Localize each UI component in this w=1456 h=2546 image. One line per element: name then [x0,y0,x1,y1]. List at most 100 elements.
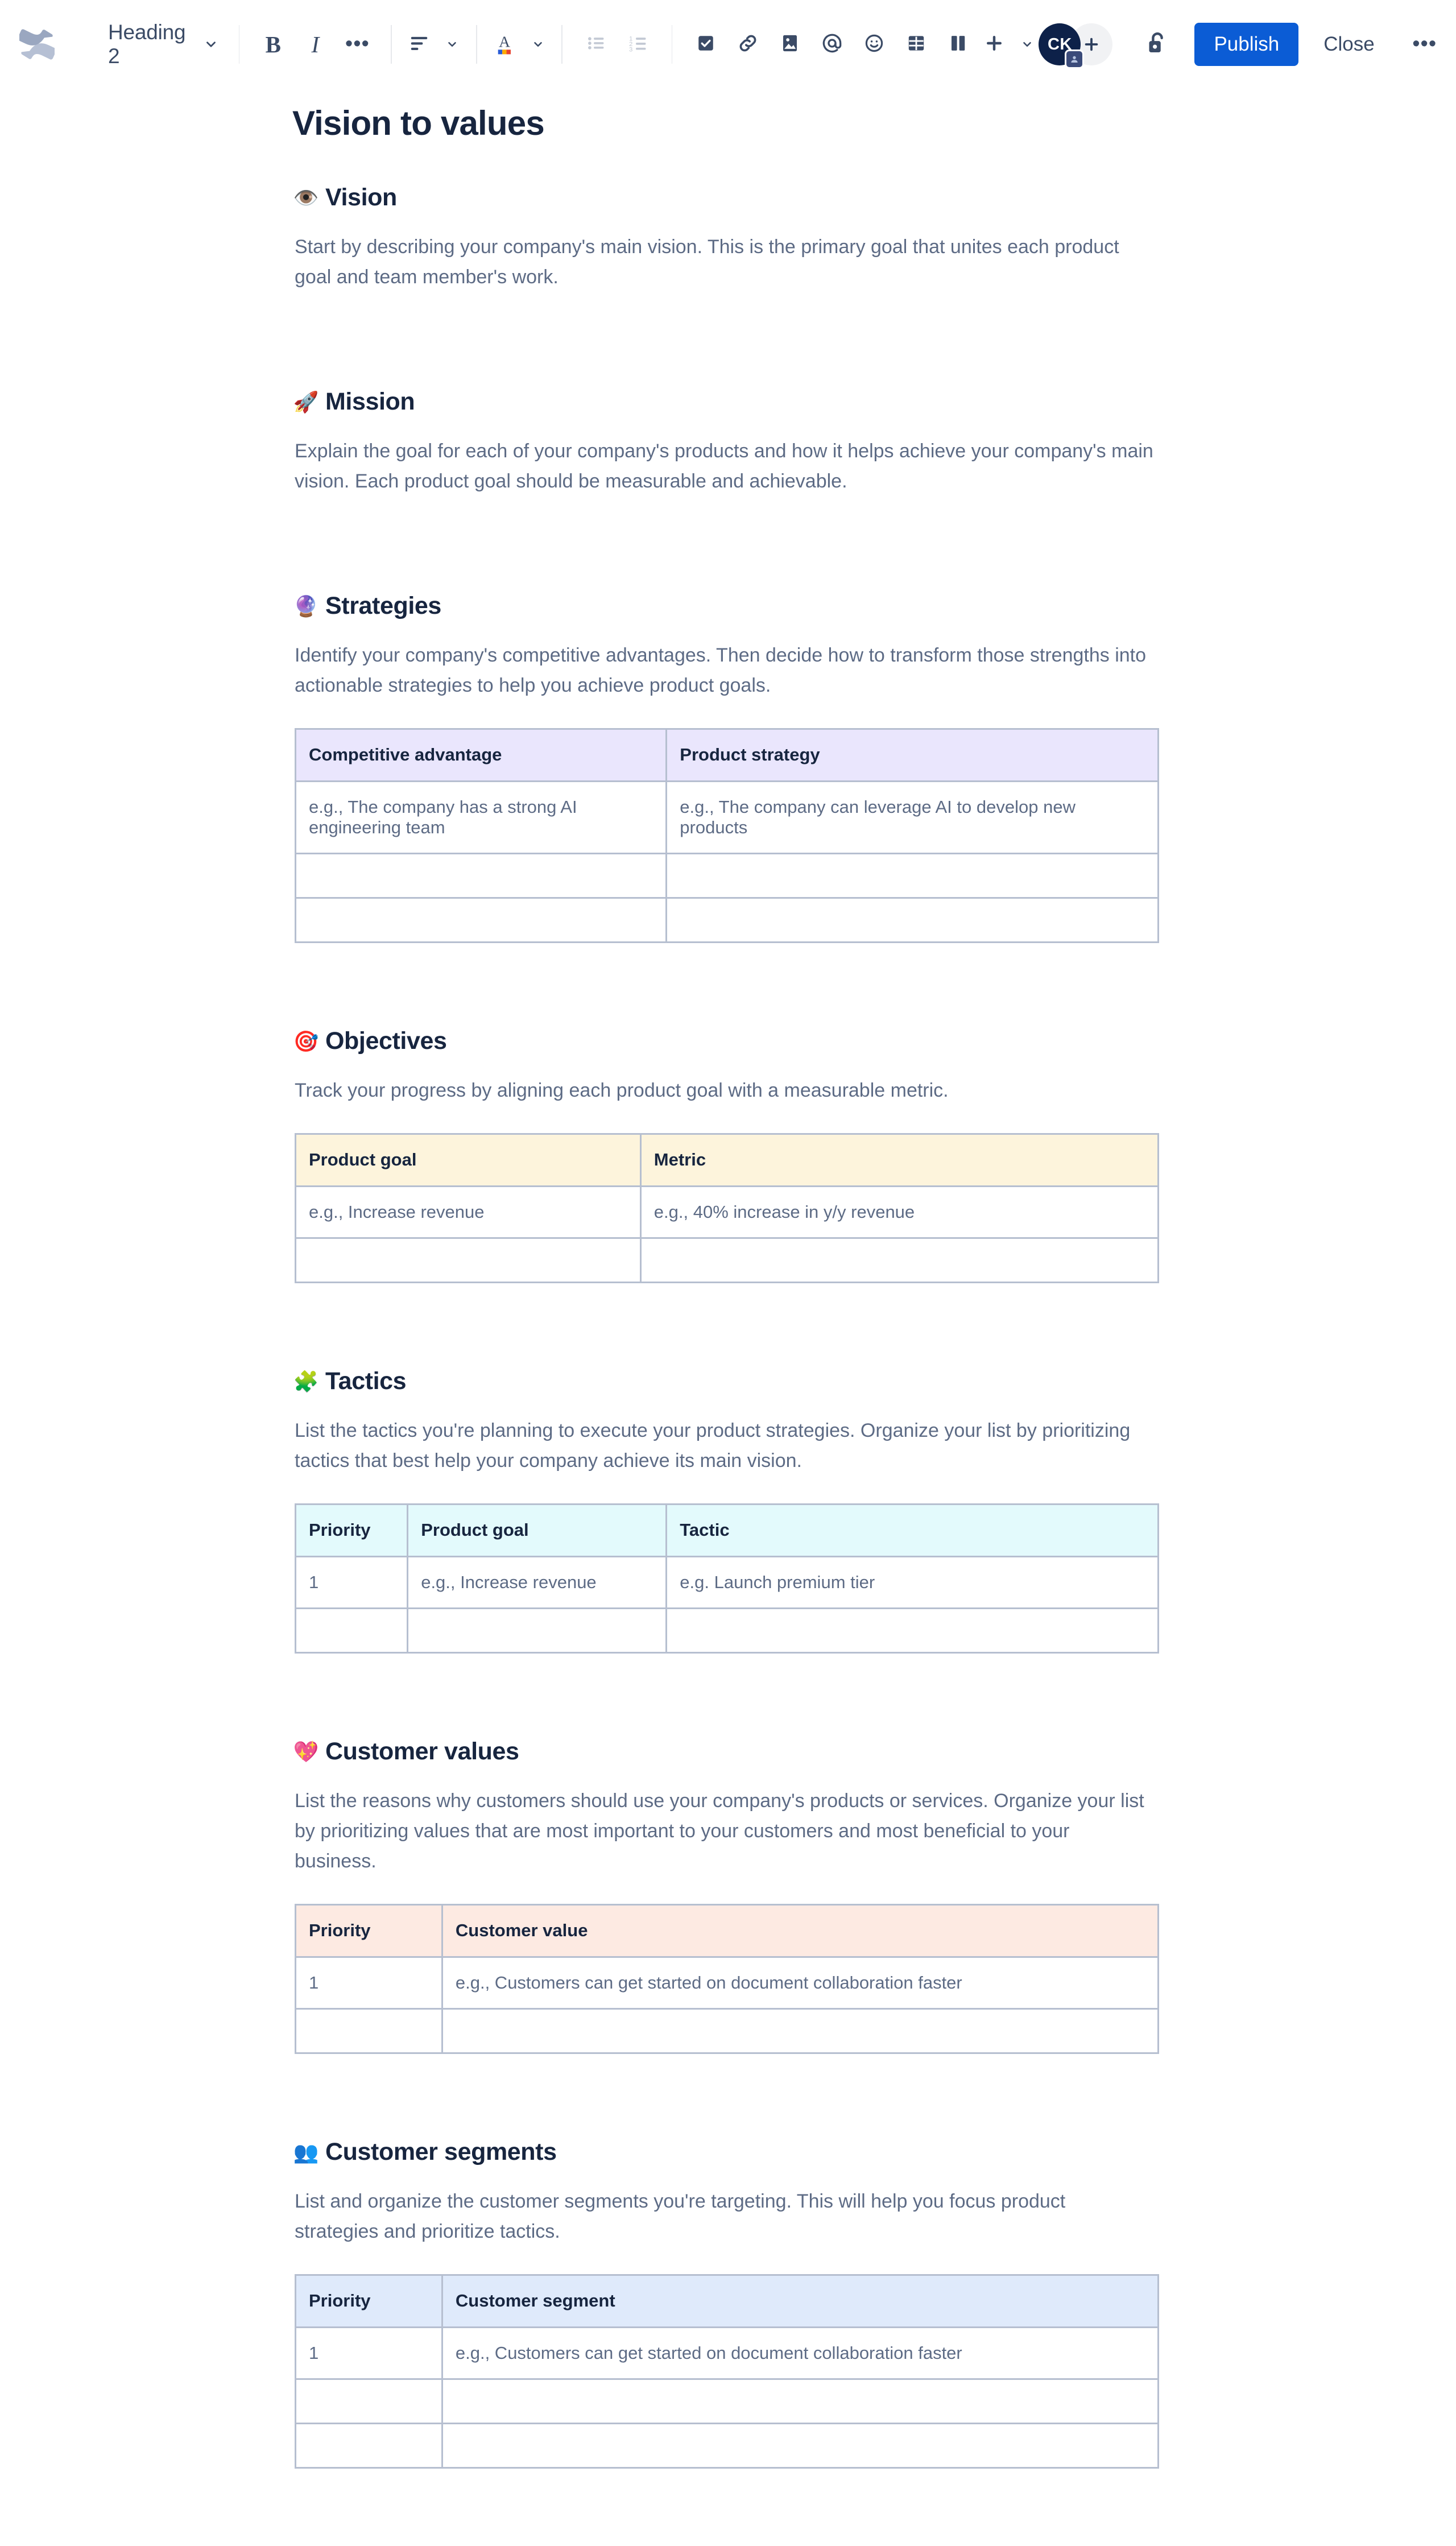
table-cell[interactable]: e.g. Launch premium tier [666,1556,1159,1610]
tactics-table[interactable]: Priority Product goal Tactic 1 e.g., Increas… [295,1503,1159,1654]
table-cell[interactable]: e.g., Customers can get started on docum… [442,1957,1160,2010]
section-body-text[interactable]: List and organize the customer segments … [295,2187,1153,2247]
table-cell[interactable] [640,1238,1160,1284]
table-cell[interactable] [295,2008,443,2055]
unlock-icon [1145,30,1169,59]
text-color-button[interactable]: A [490,23,549,65]
table-cell[interactable]: e.g., Customers can get started on docum… [442,2327,1160,2380]
collaborator-avatars: CK [1039,23,1113,69]
section-heading[interactable]: 👥 Customer segments [293,2138,1159,2166]
section-body-text[interactable]: Start by describing your company's main … [295,232,1153,292]
table-row [295,2423,1160,2469]
svg-text:A: A [499,33,510,50]
publish-button[interactable]: Publish [1194,23,1299,66]
more-options-button[interactable]: ••• [1403,23,1446,66]
emoji-button[interactable] [853,23,895,65]
table-cell[interactable]: e.g., Increase revenue [407,1556,668,1610]
image-button[interactable] [769,23,811,65]
table-column-header[interactable]: Priority [295,1904,443,1958]
table-column-header[interactable]: Product strategy [666,729,1159,783]
table-cell[interactable] [295,2379,443,2425]
table-cell[interactable]: 1 [295,2327,443,2380]
section-body-text[interactable]: Track your progress by aligning each pro… [295,1076,1153,1106]
editor-toolbar: Heading 2 B I ••• A 1 2 3 CK Publish Clo… [0,0,1456,90]
link-button[interactable] [727,23,769,65]
columns-layout-icon [949,33,968,56]
table-cell[interactable] [666,853,1159,899]
text-style-dropdown[interactable]: Heading 2 [100,20,226,68]
chevron-down-icon [531,37,545,52]
insert-more-button[interactable] [979,23,1039,65]
page-title[interactable]: Vision to values [292,104,1159,143]
toolbar-right-group: CK Publish Close ••• [1039,22,1456,69]
more-text-formatting-button[interactable]: ••• [336,23,378,65]
toolbar-divider [391,25,392,64]
table-cell[interactable]: e.g., Increase revenue [295,1186,642,1239]
text-alignment-button[interactable] [404,23,464,65]
table-cell[interactable]: e.g., The company has a strong AI engine… [295,781,668,855]
table-button[interactable] [895,23,937,65]
section-heading[interactable]: 🧩 Tactics [293,1367,1159,1395]
link-icon [737,32,759,57]
table-cell[interactable] [666,1608,1159,1654]
section-heading-text: Mission [325,388,415,416]
section-body-text[interactable]: List the reasons why customers should us… [295,1786,1153,1877]
close-button[interactable]: Close [1306,23,1391,66]
table-column-header[interactable]: Product goal [407,1504,668,1558]
document-canvas: Vision to values 👁️ Vision Start by desc… [0,90,1456,2469]
table-column-header[interactable]: Tactic [666,1504,1159,1558]
table-column-header[interactable]: Customer segment [442,2275,1160,2329]
table-column-header[interactable]: Product goal [295,1134,642,1188]
table-row: 1 e.g., Customers can get started on docu… [295,2327,1160,2380]
table-column-header[interactable]: Priority [295,2275,443,2329]
section-customer-values: 💖 Customer values List the reasons why c… [293,1738,1160,2055]
table-column-header[interactable]: Metric [640,1134,1160,1188]
bullet-list-icon [585,32,607,57]
customer-segments-table[interactable]: Priority Customer segment 1 e.g., Customers… [295,2274,1160,2469]
bold-button[interactable]: B [252,23,294,65]
objectives-table[interactable]: Product goal Metric e.g., Increase revenue… [295,1133,1160,1284]
section-body-text[interactable]: List the tactics you're planning to exec… [295,1416,1153,1476]
table-column-header[interactable]: Priority [295,1504,409,1558]
numbered-list-button[interactable]: 123 [617,23,659,65]
mention-button[interactable] [811,23,853,65]
table-cell[interactable] [295,1238,642,1284]
crystal-ball-emoji: 🔮 [293,594,319,618]
strategies-table[interactable]: Competitive advantage Product strategy e.g… [295,728,1159,944]
toolbar-divider [671,25,673,64]
table-cell[interactable] [295,2423,443,2469]
section-heading[interactable]: 🎯 Objectives [293,1027,1159,1055]
page-restrictions-button[interactable] [1135,22,1180,67]
section-heading[interactable]: 💖 Customer values [293,1738,1159,1766]
table-cell[interactable] [407,1608,668,1654]
busts-in-silhouette-emoji: 👥 [293,2140,319,2164]
action-item-button[interactable] [685,23,727,65]
italic-icon: I [311,31,320,57]
table-cell[interactable] [295,1608,409,1654]
italic-button[interactable]: I [294,23,336,65]
table-cell[interactable]: e.g., The company can leverage AI to dev… [666,781,1159,855]
section-body-text[interactable]: Explain the goal for each of your compan… [295,436,1153,497]
table-cell[interactable]: 1 [295,1556,409,1610]
table-column-header[interactable]: Competitive advantage [295,729,668,783]
table-cell[interactable]: 1 [295,1957,443,2010]
section-heading[interactable]: 👁️ Vision [293,184,1159,212]
layout-button[interactable] [937,23,979,65]
section-body-text[interactable]: Identify your company's competitive adva… [295,640,1153,701]
table-cell[interactable] [442,2379,1160,2425]
table-cell[interactable] [295,898,668,944]
table-row [295,853,1159,899]
bullet-list-button[interactable] [575,23,617,65]
section-customer-segments: 👥 Customer segments List and organize th… [293,2138,1160,2469]
table-cell[interactable] [666,898,1159,944]
table-column-header[interactable]: Customer value [442,1904,1160,1958]
table-cell[interactable]: e.g., 40% increase in y/y revenue [640,1186,1160,1239]
table-cell[interactable] [442,2423,1160,2469]
section-heading[interactable]: 🔮 Strategies [293,592,1159,620]
section-heading[interactable]: 🚀 Mission [293,388,1159,416]
customer-values-table[interactable]: Priority Customer value 1 e.g., Customers c… [295,1904,1160,2055]
table-cell[interactable] [442,2008,1160,2055]
table-cell[interactable] [295,853,668,899]
